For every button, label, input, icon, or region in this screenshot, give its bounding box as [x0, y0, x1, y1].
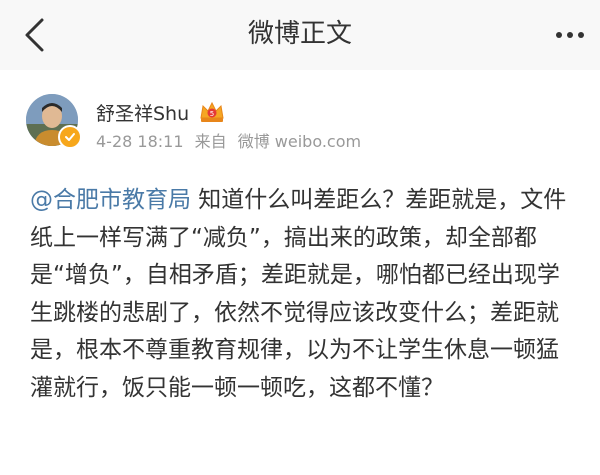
more-options-button[interactable]: [550, 17, 590, 53]
verified-badge: [58, 125, 82, 149]
post-card: 舒圣祥Shu 5 4-28 18:11 来自 微博 weibo.com @合肥市…: [0, 70, 600, 475]
more-dots-icon: [556, 32, 584, 38]
post-meta: 4-28 18:11 来自 微博 weibo.com: [96, 132, 361, 152]
checkmark-icon: [65, 133, 75, 141]
svg-text:5: 5: [210, 110, 214, 118]
post-source: 微博 weibo.com: [237, 132, 362, 151]
avatar-wrap[interactable]: [26, 94, 82, 149]
vip-crown-icon: 5: [200, 101, 224, 122]
mention-link[interactable]: @合肥市教育局: [30, 187, 191, 213]
post-text: @合肥市教育局 知道什么叫差距么？差距就是，文件纸上一样写满了“减负”，搞出来的…: [30, 182, 575, 407]
author-name[interactable]: 舒圣祥Shu: [96, 99, 189, 126]
top-nav-bar: 微博正文: [0, 0, 600, 70]
post-time: 4-28 18:11: [96, 132, 184, 151]
post-body: 知道什么叫差距么？差距就是，文件纸上一样写满了“减负”，搞出来的政策，却全部都是…: [30, 187, 567, 401]
page-title: 微博正文: [247, 19, 352, 49]
author-row: 舒圣祥Shu 5: [96, 98, 225, 126]
source-prefix: 来自: [194, 132, 227, 151]
